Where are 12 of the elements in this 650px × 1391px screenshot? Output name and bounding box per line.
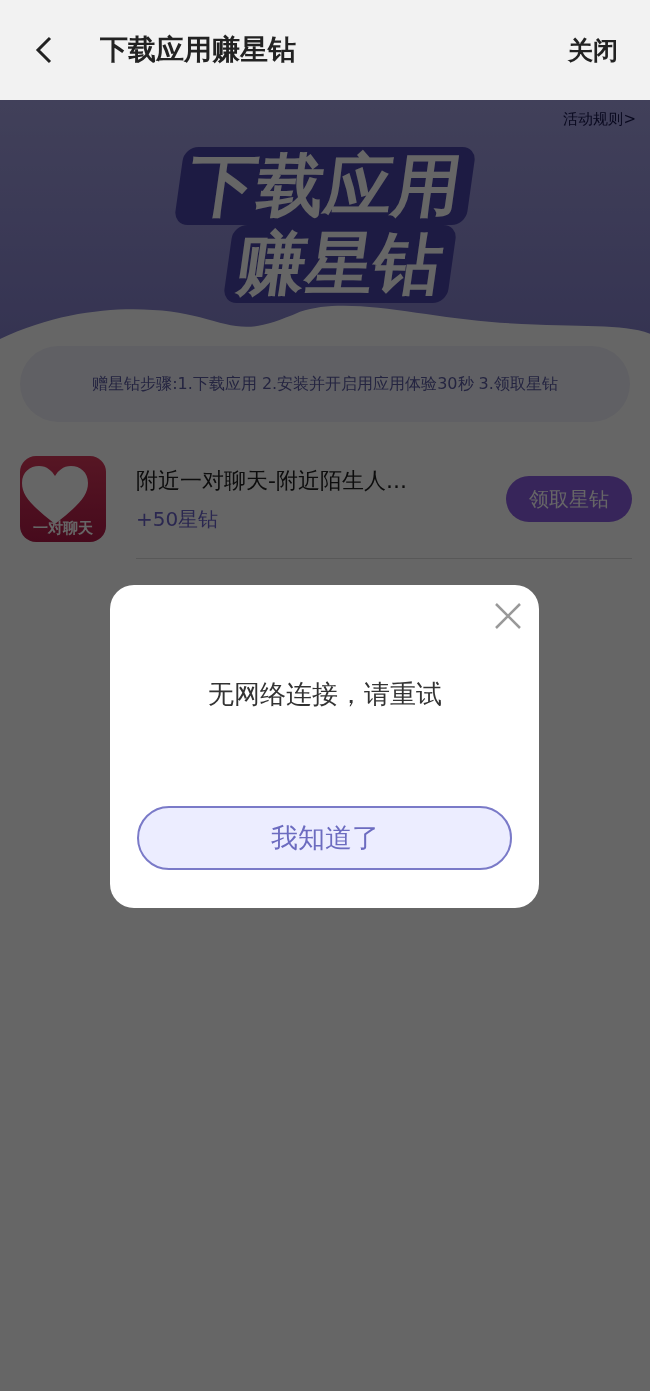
confirm-button[interactable]: 我知道了 <box>137 806 512 870</box>
close-button[interactable]: 关闭 <box>562 27 624 73</box>
steps-text: 赠星钻步骤:1.下载应用 2.安装并开启用应用体验30秒 3.领取星钻 <box>20 346 630 422</box>
claim-button[interactable]: 领取星钻 <box>506 476 632 522</box>
banner-title: 赚星钻 <box>222 225 458 303</box>
page-title: 下载应用赚星钻 <box>100 32 297 68</box>
app-icon-label: 一对聊天 <box>33 519 93 538</box>
reward-text: +50星钻 <box>136 505 220 533</box>
close-icon[interactable] <box>495 603 521 629</box>
banner-title: 下载应用 <box>173 147 477 225</box>
app-name: 附近一对聊天-附近陌生人... <box>136 466 408 495</box>
dialog-message: 无网络连接，请重试 <box>207 678 442 711</box>
